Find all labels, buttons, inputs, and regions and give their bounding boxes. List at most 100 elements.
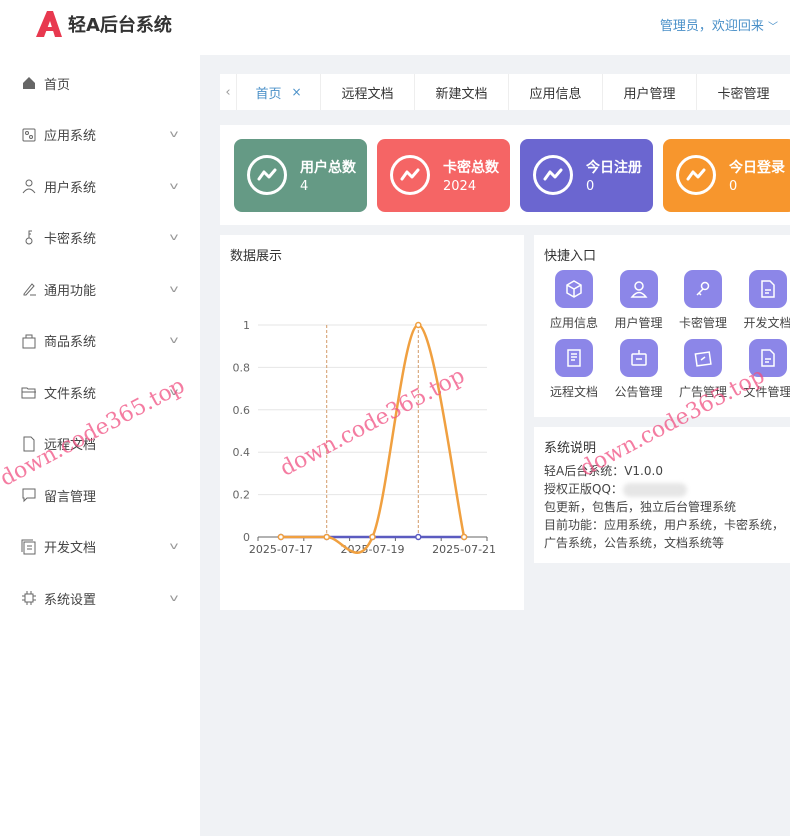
sidebar-item[interactable]: 远程文档 <box>0 424 200 464</box>
sidebar-item-label: 留言管理 <box>44 489 97 505</box>
chevron-down-icon: v <box>169 335 179 346</box>
chevron-down-icon: v <box>169 180 179 192</box>
close-icon[interactable]: × <box>291 85 301 99</box>
stats-panel: 用户总数 4 卡密总数 2024 今日注册 0 今日登录 0 <box>220 125 790 225</box>
edit-icon <box>21 281 37 297</box>
trend-icon <box>390 155 430 195</box>
tab[interactable]: 新建文档 <box>414 74 508 110</box>
stat-value: 4 <box>300 179 309 194</box>
user-icon <box>21 178 37 194</box>
document-icon <box>555 339 593 377</box>
series-orange-point <box>323 533 330 541</box>
sidebar-item-label: 卡密系统 <box>44 232 97 247</box>
key-icon <box>684 270 722 308</box>
document-icon <box>21 436 37 452</box>
app-icon <box>21 127 37 143</box>
stat-value: 0 <box>729 179 738 194</box>
system-version: 轻A后台系统：V1.0.0 <box>544 464 663 478</box>
trend-icon <box>533 155 573 195</box>
chevron-down-icon: v <box>169 129 179 140</box>
sidebar-item-label: 系统设置 <box>44 592 97 608</box>
sidebar-item[interactable]: 留言管理 <box>0 475 200 515</box>
notice-icon <box>619 339 658 377</box>
sidebar-item[interactable]: 卡密系统 v <box>0 218 200 258</box>
trend-icon <box>247 155 287 195</box>
system-features: 目前功能：应用系统，用户系统，卡密系统，广告系统，公告系统，文档系统等 <box>544 518 785 550</box>
series-orange-point <box>369 533 376 541</box>
stat-title: 今日注册 <box>586 160 642 176</box>
system-title: 系统说明 <box>544 441 597 456</box>
tab-scroll-left[interactable]: ‹ <box>220 74 236 110</box>
home-icon <box>21 75 37 91</box>
tab[interactable]: 远程文档 <box>320 74 414 110</box>
chip-icon <box>21 590 37 606</box>
user-menu[interactable]: 管理员，欢迎回来 ﹀ <box>660 15 778 34</box>
file-icon <box>748 270 787 308</box>
stat-value: 0 <box>586 179 595 194</box>
y-tick-label: 0.6 <box>233 404 251 417</box>
stat-card: 今日登录 0 <box>663 139 790 212</box>
quick-panel: 快捷入口 应用信息 用户管理 卡密管理 开发文档远程文档 公告管理 广告管理 文件管理 <box>534 235 790 417</box>
sidebar-item-label: 文件系统 <box>44 386 97 402</box>
quick-entry[interactable]: 公告管理 <box>607 339 671 400</box>
stat-card: 今日注册 0 <box>520 139 653 212</box>
quick-entry[interactable]: 远程文档 <box>542 339 606 400</box>
redacted-qq <box>622 482 687 497</box>
tab[interactable]: 首页 × <box>236 74 320 110</box>
bag-icon <box>21 333 37 349</box>
x-tick-label: 2025-07-17 <box>249 543 313 556</box>
x-tick-label: 2025-07-21 <box>432 543 496 556</box>
tab-label: 远程文档 <box>341 86 394 102</box>
line-chart: 00.20.40.60.812025-07-17 2025-07-19 2025-0… <box>233 319 497 556</box>
quick-entry[interactable]: 文件管理 <box>736 339 790 400</box>
quick-entry[interactable]: 开发文档 <box>736 270 790 331</box>
quick-entry[interactable]: 卡密管理 <box>671 270 735 331</box>
stat-title: 卡密总数 <box>443 160 499 176</box>
sidebar-item[interactable]: 文件系统 v <box>0 372 200 412</box>
series-orange-line <box>280 323 466 554</box>
quick-entry[interactable]: 应用信息 <box>542 270 606 331</box>
sidebar-item[interactable]: 开发文档 v <box>0 527 200 567</box>
sidebar-item[interactable]: 用户系统 v <box>0 166 200 206</box>
cube-icon <box>555 270 593 308</box>
quick-title: 快捷入口 <box>544 249 597 264</box>
tab-label: 用户管理 <box>623 86 676 102</box>
sidebar-item-label: 商品系统 <box>44 335 97 350</box>
quick-entry[interactable]: 用户管理 <box>607 270 671 331</box>
sidebar-item-label: 首页 <box>44 77 71 93</box>
sidebar-item[interactable]: 系统设置 v <box>0 578 200 618</box>
quick-entry-label: 广告管理 <box>678 385 727 399</box>
header: 轻A后台系统 管理员，欢迎回来 ﹀ <box>0 0 790 55</box>
sidebar-item[interactable]: 首页 <box>0 63 200 103</box>
chevron-down-icon: v <box>169 283 179 295</box>
series-orange-point <box>277 533 285 541</box>
sidebar-item-label: 开发文档 <box>44 541 97 556</box>
tab-label: 首页 <box>255 86 282 102</box>
user-greeting: 管理员，欢迎回来 <box>659 19 764 34</box>
quick-entry[interactable]: 广告管理 <box>671 339 735 400</box>
quick-entry-label: 文件管理 <box>743 385 790 399</box>
sidebar-item[interactable]: 通用功能 v <box>0 269 200 309</box>
sidebar-item-label: 通用功能 <box>44 283 97 299</box>
file-icon <box>748 339 787 377</box>
system-qq: 授权正版QQ： <box>544 482 623 496</box>
trend-icon <box>676 155 716 195</box>
chevron-down-icon: v <box>169 541 179 552</box>
tab-label: 应用信息 <box>529 86 582 102</box>
quick-entry-label: 远程文档 <box>549 385 598 399</box>
tab-bar: ‹ 首页 × 远程文档 新建文档 应用信息 用户管理 卡密管理 <box>220 74 790 110</box>
stat-title: 用户总数 <box>300 160 356 176</box>
tab-label: 新建文档 <box>435 86 488 102</box>
tab[interactable]: 卡密管理 <box>696 74 790 110</box>
chevron-down-icon: v <box>169 386 179 398</box>
user-icon <box>619 270 658 308</box>
sidebar-item[interactable]: 应用系统 v <box>0 115 200 155</box>
tab[interactable]: 应用信息 <box>508 74 602 110</box>
tab[interactable]: 用户管理 <box>602 74 696 110</box>
quick-entry-label: 开发文档 <box>743 316 790 330</box>
message-icon <box>21 487 37 503</box>
y-tick-label: 1 <box>243 319 250 332</box>
series-orange-point <box>460 533 468 541</box>
quick-entry-label: 应用信息 <box>549 316 598 330</box>
sidebar-item[interactable]: 商品系统 v <box>0 321 200 361</box>
